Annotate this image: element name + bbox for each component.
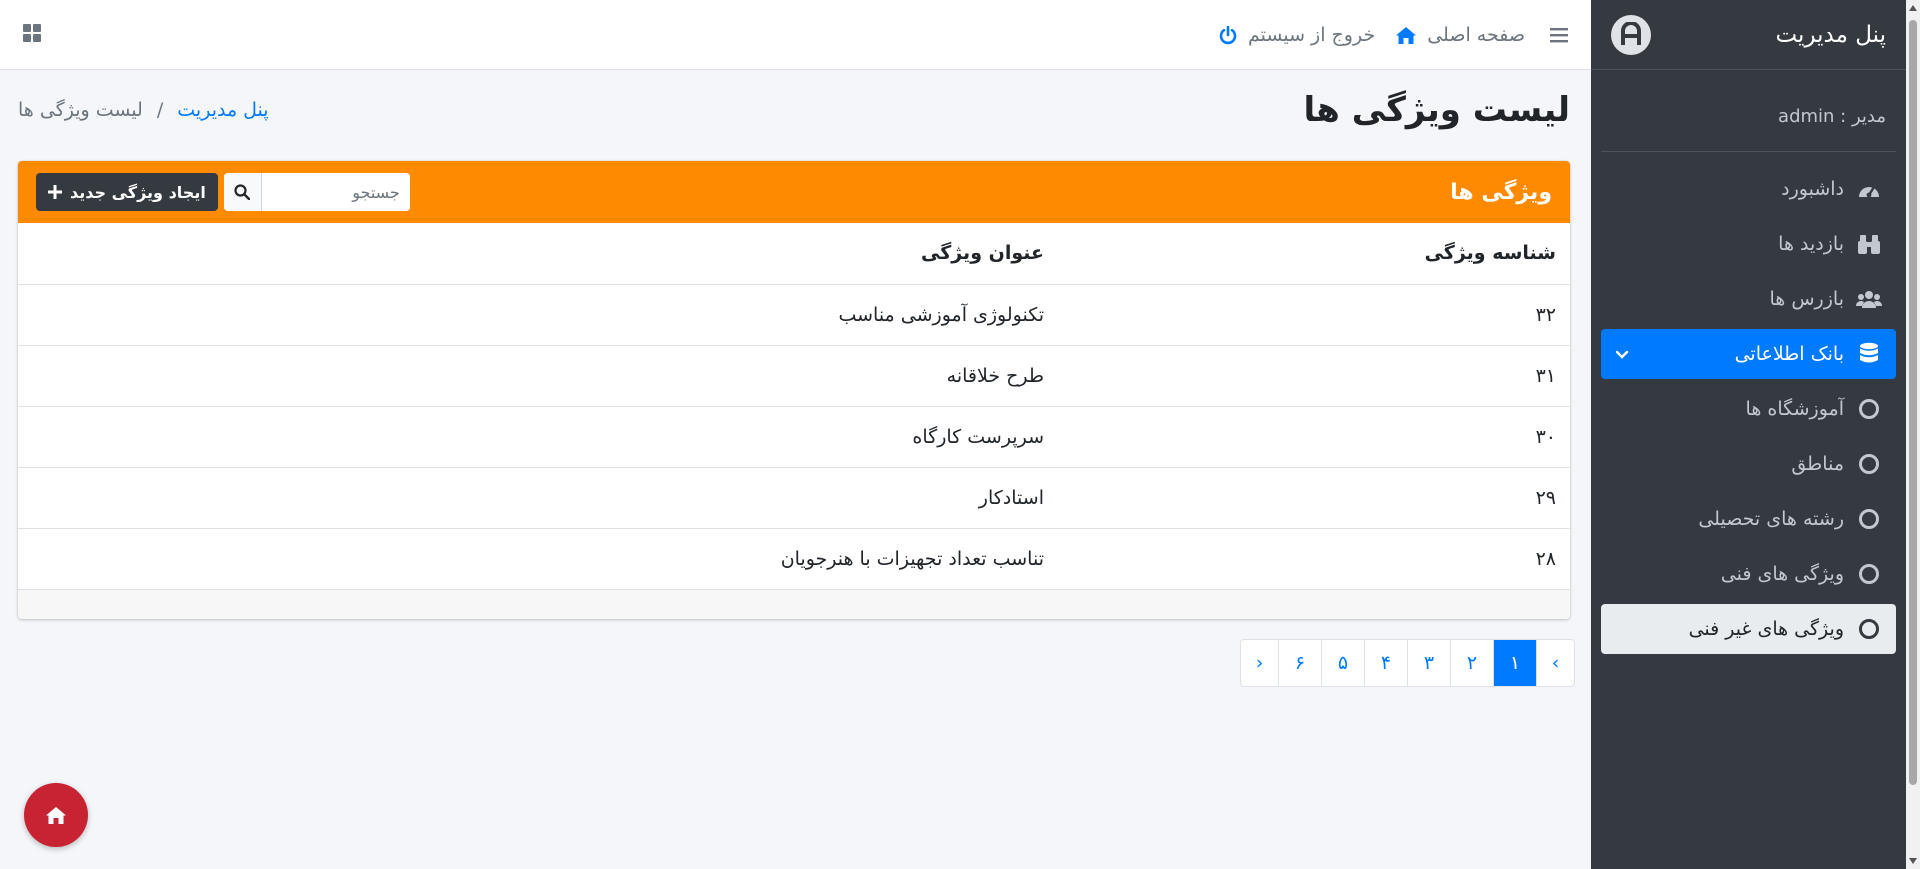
cell-id: ۳۲ — [1044, 284, 1570, 346]
th-large-icon — [23, 23, 41, 42]
sidebar-item-label: رشته های تحصیلی — [1698, 508, 1844, 530]
circle-icon — [1856, 564, 1882, 584]
home-fab-button[interactable] — [24, 783, 88, 847]
plus-icon — [48, 185, 62, 199]
sidebar-item-non-technical-features[interactable]: ویژگی های غیر فنی — [1601, 604, 1896, 654]
circle-icon — [1856, 399, 1882, 419]
cell-title: طرح خلاقانه — [18, 345, 1044, 407]
pagination: › ۶ ۵ ۴ ۳ ۲ ۱ ‹ — [1240, 639, 1575, 687]
page-6[interactable]: ۶ — [1278, 640, 1321, 686]
database-icon — [1856, 342, 1882, 366]
sidebar-item-label: مناطق — [1791, 453, 1844, 475]
sidebar-item-regions[interactable]: مناطق — [1601, 439, 1896, 489]
circle-icon — [1856, 454, 1882, 474]
page-5[interactable]: ۵ — [1321, 640, 1364, 686]
sidebar-item-label: بازدید ها — [1778, 233, 1844, 255]
page-4[interactable]: ۴ — [1364, 640, 1407, 686]
power-icon — [1219, 25, 1237, 44]
tachometer-icon — [1856, 179, 1882, 199]
cell-id: ۳۱ — [1044, 345, 1570, 407]
chevron-down-icon[interactable] — [1615, 343, 1629, 365]
cell-id: ۲۸ — [1044, 528, 1570, 590]
cell-title: تناسب تعداد تجهیزات با هنرجویان — [18, 528, 1044, 590]
logout-link-label: خروج از سیستم — [1248, 23, 1376, 46]
sidebar-item-label: ویژگی های فنی — [1720, 563, 1844, 585]
page-2[interactable]: ۲ — [1450, 640, 1493, 686]
apps-grid-button[interactable] — [22, 23, 42, 47]
table-header-row: شناسه ویژگی عنوان ویژگی — [18, 223, 1570, 285]
cell-id: ۲۹ — [1044, 467, 1570, 529]
sidebar-item-visits[interactable]: بازدید ها — [1601, 219, 1896, 269]
binoculars-icon — [1856, 233, 1882, 255]
card-header: ویژگی ها ایجاد ویژگی جدید — [18, 161, 1570, 223]
cell-title: سرپرست کارگاه — [18, 406, 1044, 468]
sidebar-item-inspectors[interactable]: بازرس ها — [1601, 274, 1896, 324]
home-icon — [1396, 26, 1417, 44]
pagination-prev[interactable]: ‹ — [1536, 640, 1574, 686]
table-row[interactable]: ۳۲ تکنولوژی آموزشی مناسب — [18, 284, 1570, 346]
users-icon — [1856, 289, 1882, 309]
search-icon — [234, 184, 251, 200]
logout-link[interactable]: خروج از سیستم — [1218, 24, 1375, 46]
home-icon — [46, 807, 66, 824]
circle-icon — [1856, 509, 1882, 529]
home-link[interactable]: صفحه اصلی — [1395, 24, 1525, 46]
page-3[interactable]: ۳ — [1407, 640, 1450, 686]
page-title: لیست ویژگی ها — [1303, 90, 1570, 130]
sidebar-item-label: بازرس ها — [1769, 288, 1844, 310]
breadcrumb-root-link[interactable]: پنل مدیریت — [177, 99, 268, 121]
sidebar-item-label: داشبورد — [1781, 178, 1844, 200]
brand[interactable]: پنل مدیریت — [1591, 0, 1906, 70]
sidebar-nav: داشبورد بازدید ها بازرس ها بانک اطلاعاتی… — [1591, 152, 1906, 654]
features-table: شناسه ویژگی عنوان ویژگی ۳۲ تکنولوژی آموز… — [18, 223, 1570, 590]
cell-title: استادکار — [18, 467, 1044, 529]
sidebar-item-label: ویژگی های غیر فنی — [1688, 618, 1844, 640]
search-group — [223, 173, 410, 211]
breadcrumb: پنل مدیریت / لیست ویژگی ها — [18, 99, 269, 121]
home-link-label: صفحه اصلی — [1427, 23, 1525, 46]
brand-logo-icon — [1611, 14, 1651, 55]
content-header: لیست ویژگی ها پنل مدیریت / لیست ویژگی ها — [18, 70, 1570, 150]
search-button[interactable] — [223, 173, 262, 211]
create-feature-label: ایجاد ویژگی جدید — [70, 182, 206, 202]
sidebar: پنل مدیریت مدیر : admin داشبورد بازدید ه… — [1591, 0, 1906, 869]
create-feature-button[interactable]: ایجاد ویژگی جدید — [36, 173, 218, 211]
circle-icon — [1856, 619, 1882, 639]
features-card: ویژگی ها ایجاد ویژگی جدید جستجو شناسه وی… — [18, 161, 1570, 619]
menu-toggle-button[interactable] — [1549, 26, 1569, 44]
sidebar-item-dashboard[interactable]: داشبورد — [1601, 164, 1896, 214]
sidebar-item-technical-features[interactable]: ویژگی های فنی — [1601, 549, 1896, 599]
column-header-title[interactable]: عنوان ویژگی — [18, 223, 1044, 285]
sidebar-item-schools[interactable]: آموزشگاه ها — [1601, 384, 1896, 434]
breadcrumb-separator: / — [156, 99, 164, 121]
cell-title: تکنولوژی آموزشی مناسب — [18, 284, 1044, 346]
table-row[interactable]: ۳۰ سرپرست کارگاه — [18, 406, 1570, 468]
scrollbar-thumb[interactable] — [1909, 20, 1917, 785]
pagination-next[interactable]: › — [1241, 640, 1278, 686]
scroll-up-icon[interactable] — [1909, 5, 1917, 11]
sidebar-item-fields[interactable]: رشته های تحصیلی — [1601, 494, 1896, 544]
table-row[interactable]: ۲۹ استادکار — [18, 467, 1570, 529]
top-navbar: صفحه اصلی خروج از سیستم — [0, 0, 1591, 70]
card-footer — [18, 589, 1570, 619]
sidebar-item-database[interactable]: بانک اطلاعاتی — [1601, 329, 1896, 379]
column-header-id[interactable]: شناسه ویژگی — [1044, 223, 1570, 285]
card-title: ویژگی ها — [1450, 179, 1552, 205]
brand-title: پنل مدیریت — [1775, 21, 1886, 48]
cell-id: ۳۰ — [1044, 406, 1570, 468]
page-1-current[interactable]: ۱ — [1493, 640, 1536, 686]
hamburger-icon — [1550, 27, 1568, 42]
sidebar-item-label: آموزشگاه ها — [1745, 398, 1844, 420]
scroll-down-icon[interactable] — [1909, 858, 1917, 864]
user-name[interactable]: مدیر : admin — [1778, 106, 1886, 127]
search-input[interactable] — [261, 173, 410, 211]
sidebar-item-label: بانک اطلاعاتی — [1734, 343, 1844, 365]
page-scrollbar[interactable] — [1906, 0, 1920, 869]
table-row[interactable]: ۲۸ تناسب تعداد تجهیزات با هنرجویان — [18, 528, 1570, 590]
user-panel: مدیر : admin — [1601, 82, 1896, 152]
table-row[interactable]: ۳۱ طرح خلاقانه — [18, 345, 1570, 407]
breadcrumb-current: لیست ویژگی ها — [18, 99, 143, 121]
card-tools: ایجاد ویژگی جدید — [36, 173, 410, 211]
